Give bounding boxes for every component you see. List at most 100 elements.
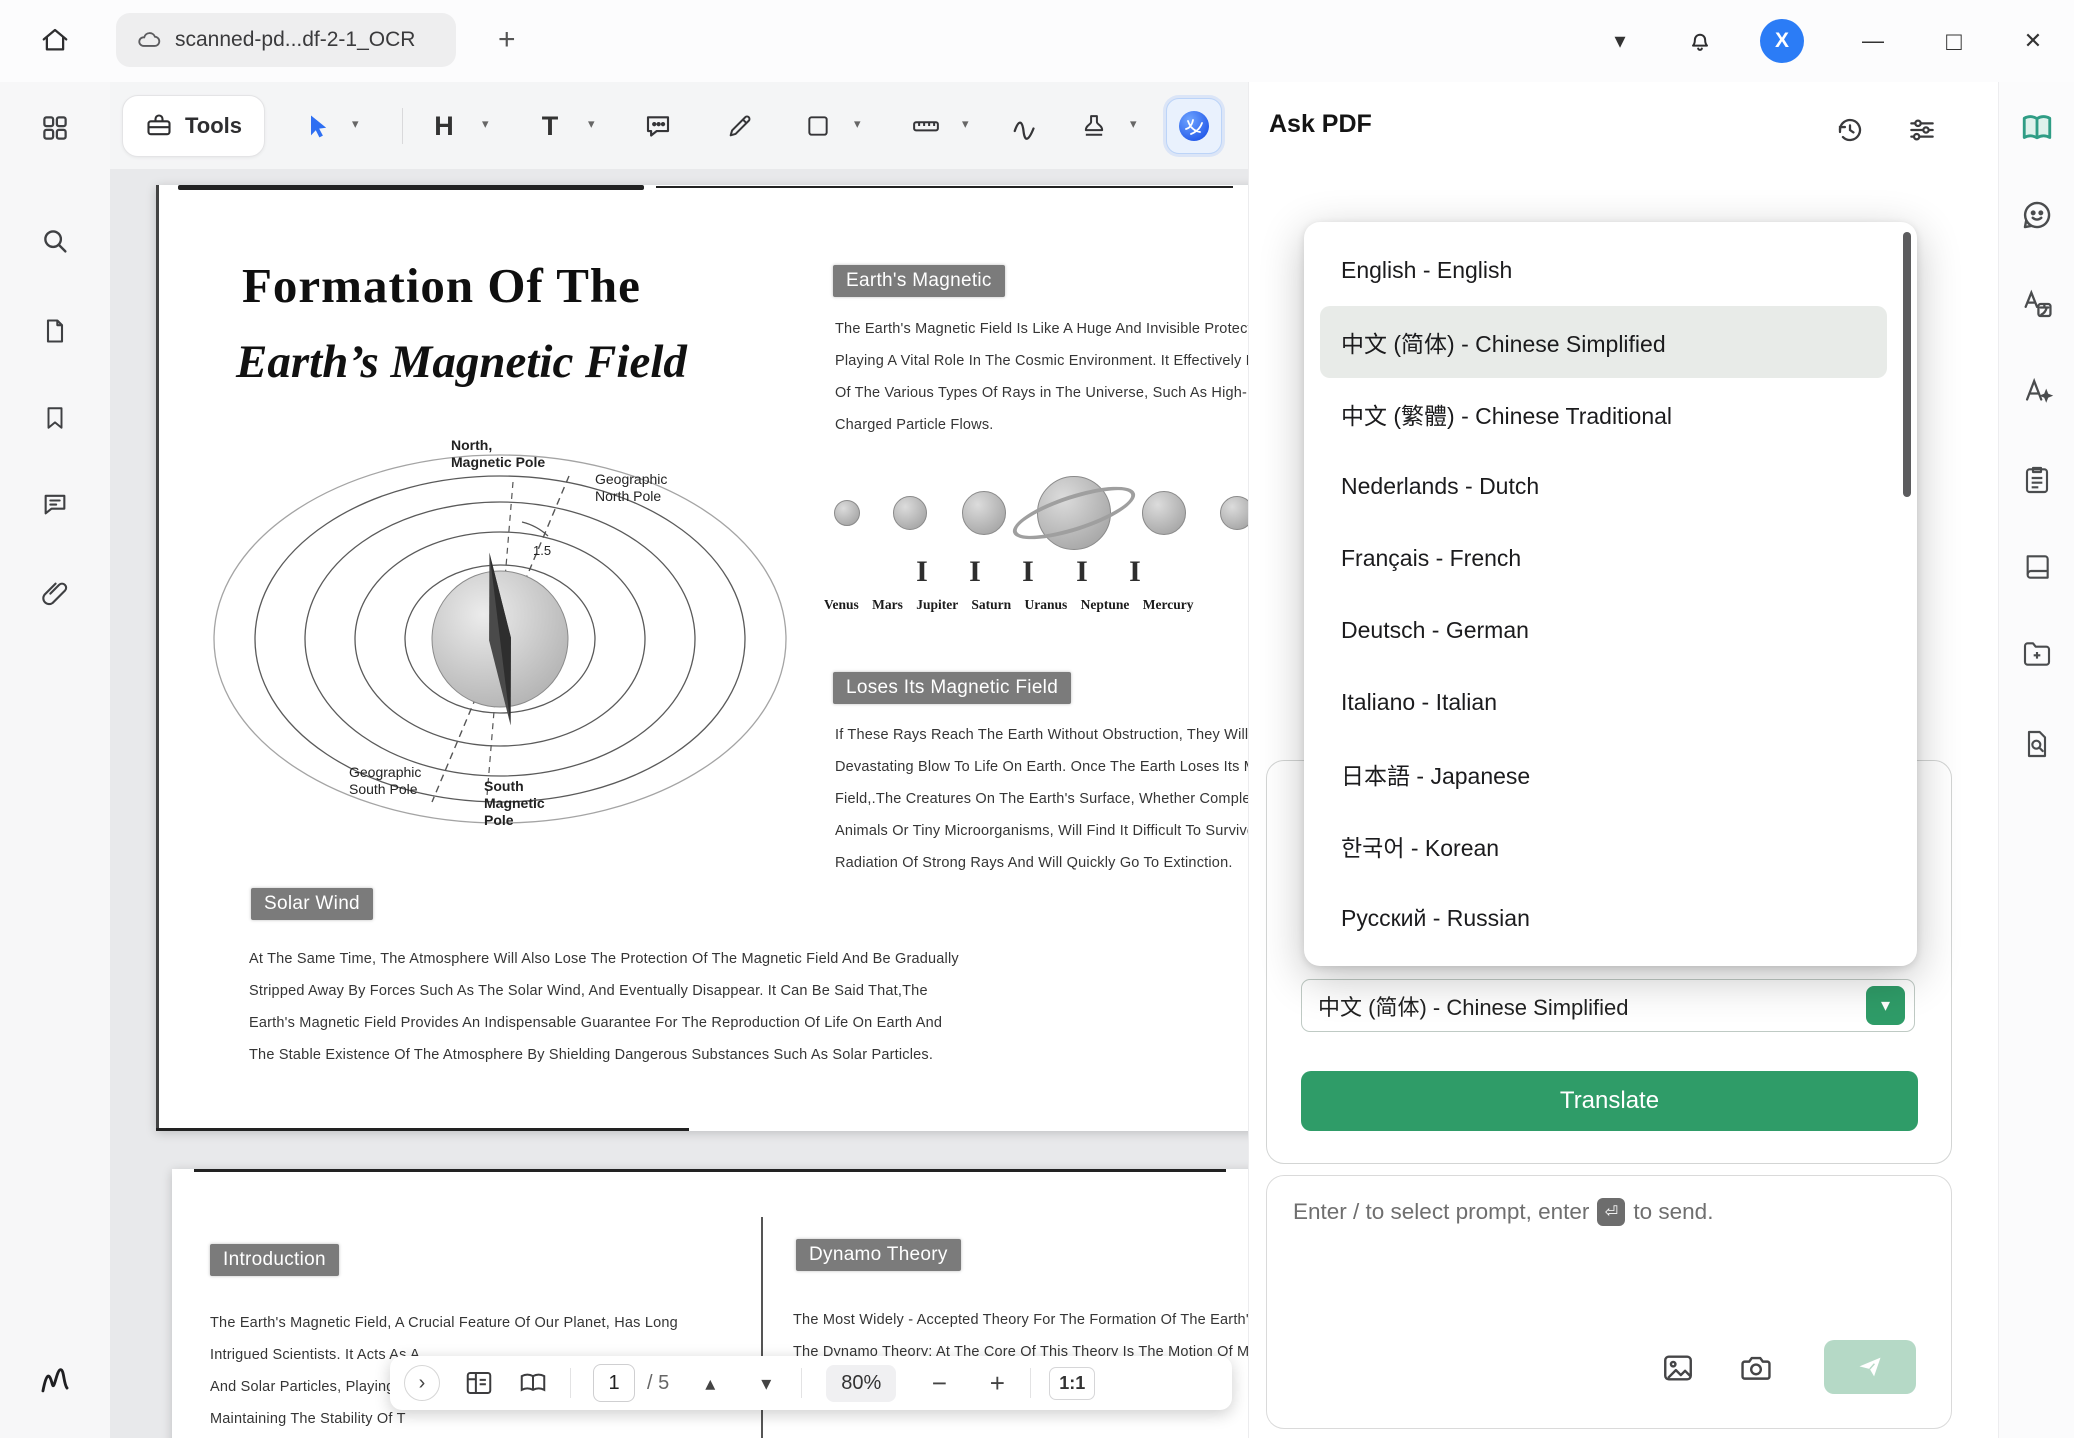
measure-tool-button[interactable] (904, 104, 948, 148)
notifications-button[interactable] (1680, 22, 1720, 60)
new-tab-button[interactable]: + (498, 22, 516, 58)
language-option[interactable]: Français - French (1320, 522, 1887, 594)
pages-panel-button[interactable] (35, 311, 75, 351)
reader-ai-icon (2019, 110, 2055, 146)
stamp-tool-button[interactable] (1072, 104, 1116, 148)
language-option[interactable]: 中文 (繁體) - Chinese Traditional (1320, 378, 1887, 450)
ocr-section-badge[interactable]: Solar Wind (251, 888, 373, 920)
scan-artifact (156, 1128, 689, 1131)
previous-page-button[interactable]: ▴ (695, 1371, 725, 1396)
select-tool-chevron[interactable]: ▾ (352, 116, 359, 132)
ask-pdf-tool-button[interactable] (2018, 109, 2056, 147)
pdf-page-1[interactable]: Formation Of The Earth’s Magnetic Field (156, 185, 1248, 1131)
app-window: scanned-pd...df-2-1_OCR + ▾ X — □ ✕ (0, 0, 2074, 1438)
maximize-button[interactable]: □ (1934, 22, 1974, 60)
diagram-label-geo-north: GeographicNorth Pole (595, 471, 667, 505)
comment-tool-button[interactable] (636, 104, 680, 148)
add-file-tool-button[interactable] (2018, 635, 2056, 673)
ocr-section-badge[interactable]: Earth's Magnetic (833, 265, 1005, 297)
language-select-chevron-button[interactable]: ▾ (1866, 986, 1905, 1025)
title-bar: scanned-pd...df-2-1_OCR + ▾ X — □ ✕ (0, 0, 2074, 82)
zoom-out-button[interactable]: − (924, 1368, 954, 1399)
user-avatar[interactable]: X (1760, 19, 1804, 63)
thumbnail-view-button[interactable] (464, 1368, 494, 1398)
home-button[interactable] (28, 13, 82, 67)
translate-tool-button[interactable] (2018, 285, 2056, 323)
planet-circle (893, 496, 927, 530)
language-option[interactable]: 한국어 - Korean (1320, 810, 1887, 882)
thumbnails-panel-button[interactable] (35, 108, 75, 148)
settings-sliders-button[interactable] (1904, 112, 1940, 148)
text-tool-chevron[interactable]: ▾ (588, 116, 595, 132)
reader-view-icon (518, 1367, 548, 1399)
scan-artifact (194, 1169, 1226, 1172)
dropdown-scrollbar[interactable] (1903, 232, 1911, 497)
ai-chat-tool-button[interactable] (2018, 196, 2056, 234)
annotations-panel-button[interactable] (35, 484, 75, 524)
ocr-section-badge[interactable]: Loses Its Magnetic Field (833, 672, 1071, 704)
close-button[interactable]: ✕ (2013, 22, 2053, 60)
ocr-text-line: Field,.The Creatures On The Earth's Surf… (835, 783, 1248, 815)
sliders-icon (1906, 114, 1938, 146)
reader-view-button[interactable] (518, 1367, 548, 1399)
language-option[interactable]: English - English (1320, 234, 1887, 306)
history-button[interactable] (1832, 112, 1868, 148)
chat-input-card[interactable]: Enter / to select prompt, enter ⏎ to sen… (1266, 1175, 1952, 1429)
chevron-down-icon: ▾ (1881, 995, 1890, 1016)
highlight-tool-chevron[interactable]: ▾ (482, 116, 489, 132)
send-button[interactable] (1824, 1340, 1916, 1394)
page-number-input[interactable]: 1 (593, 1364, 635, 1402)
select-tool-button[interactable] (296, 104, 340, 148)
attachments-panel-button[interactable] (35, 573, 75, 613)
send-plane-icon (1856, 1353, 1884, 1381)
language-option[interactable]: Русский - Russian (1320, 882, 1887, 954)
search-panel-button[interactable] (35, 221, 75, 261)
read-mode-tool-button[interactable] (2018, 548, 2056, 586)
app-logo-button[interactable] (35, 1361, 75, 1401)
nav-divider (1030, 1368, 1031, 1398)
shape-tool-button[interactable] (796, 104, 840, 148)
bookmarks-panel-button[interactable] (35, 398, 75, 438)
planet-circle (962, 491, 1006, 535)
tools-menu-button[interactable]: Tools (122, 95, 265, 157)
left-sidebar (0, 82, 110, 1438)
ai-assistant-button[interactable] (1166, 98, 1222, 154)
translate-button[interactable]: Translate (1301, 1071, 1918, 1131)
actual-size-button[interactable]: 1:1 (1049, 1367, 1095, 1400)
collapse-toolbar-button[interactable]: ▾ (1600, 22, 1640, 60)
expand-nav-button[interactable]: › (404, 1365, 440, 1401)
document-icon (41, 317, 69, 345)
pdf-viewport[interactable]: Formation Of The Earth’s Magnetic Field (110, 169, 1248, 1438)
minimize-button[interactable]: — (1853, 22, 1893, 60)
highlight-tool-button[interactable]: H (422, 104, 466, 148)
form-tool-button[interactable] (2018, 461, 2056, 499)
bell-icon (1686, 27, 1714, 55)
language-option[interactable]: Deutsch - German (1320, 594, 1887, 666)
search-doc-tool-button[interactable] (2018, 725, 2056, 763)
language-option-selected[interactable]: 中文 (简体) - Chinese Simplified (1320, 306, 1887, 378)
zoom-in-button[interactable]: + (982, 1368, 1012, 1399)
attach-image-button[interactable] (1659, 1349, 1697, 1387)
text-tool-button[interactable]: T (528, 104, 572, 148)
history-icon (1834, 114, 1866, 146)
shape-tool-chevron[interactable]: ▾ (854, 116, 861, 132)
language-option[interactable]: Nederlands - Dutch (1320, 450, 1887, 522)
language-option[interactable]: 日本語 - Japanese (1320, 738, 1887, 810)
search-icon (40, 226, 70, 256)
doc-search-icon (2021, 728, 2053, 760)
diagram-label-angle: 1.5 (533, 542, 551, 559)
measure-tool-chevron[interactable]: ▾ (962, 116, 969, 132)
language-option[interactable]: Italiano - Italian (1320, 666, 1887, 738)
zoom-level-button[interactable]: 80% (826, 1365, 896, 1402)
ocr-section-badge[interactable]: Introduction (210, 1244, 339, 1276)
document-tab[interactable]: scanned-pd...df-2-1_OCR (116, 13, 456, 67)
pen-tool-button[interactable] (718, 104, 762, 148)
stamp-tool-chevron[interactable]: ▾ (1130, 116, 1137, 132)
signature-tool-button[interactable] (1004, 104, 1048, 148)
ocr-section-badge[interactable]: Dynamo Theory (796, 1239, 961, 1271)
explain-tool-button[interactable] (2018, 372, 2056, 410)
ocr-text-line: The Earth's Magnetic Field Is Like A Hug… (835, 313, 1248, 345)
target-language-select[interactable]: 中文 (简体) - Chinese Simplified (1301, 979, 1915, 1032)
screenshot-button[interactable] (1737, 1349, 1775, 1387)
next-page-button[interactable]: ▾ (751, 1371, 781, 1396)
